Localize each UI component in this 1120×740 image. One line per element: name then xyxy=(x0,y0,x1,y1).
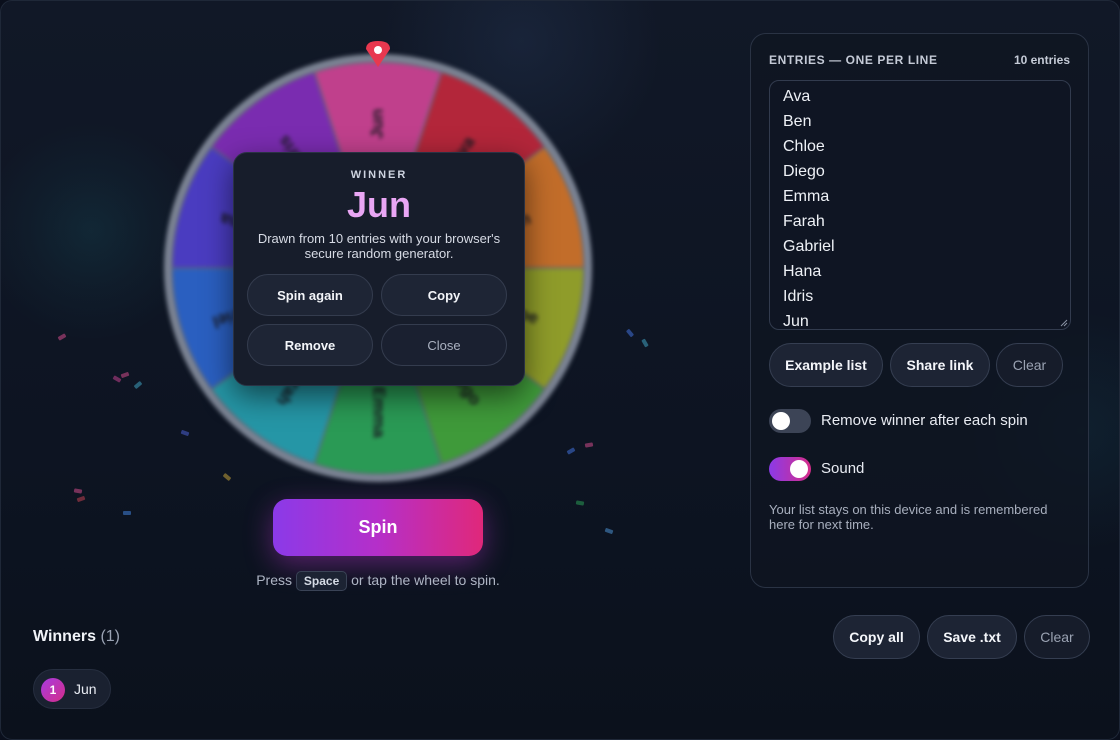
confetti-piece xyxy=(76,495,86,503)
winners-heading: Winners (1) xyxy=(33,628,120,646)
confetti-piece xyxy=(112,375,122,383)
entry-line: Emma xyxy=(783,188,830,205)
toggle-knob xyxy=(772,412,790,430)
app-window: Jun Ava Ben Chloe Diego Emma Farah Gabriel Hana I… xyxy=(0,0,1120,740)
confetti-piece xyxy=(120,371,130,379)
confetti-piece xyxy=(57,333,67,341)
example-list-button[interactable]: Example list xyxy=(769,343,883,387)
spin-hint: Press Space or tap the wheel to spin. xyxy=(201,571,555,591)
copy-winner-button[interactable]: Copy xyxy=(381,274,507,316)
confetti-piece xyxy=(641,338,649,348)
entry-line: Diego xyxy=(783,163,825,180)
entry-line: Hana xyxy=(783,263,822,280)
confetti-piece xyxy=(604,527,614,535)
winner-description: Drawn from 10 entries with your browser'… xyxy=(257,231,501,261)
spin-button[interactable]: Spin xyxy=(273,499,483,556)
entries-panel: ENTRIES — ONE PER LINE 10 entries Ava Be… xyxy=(750,33,1089,588)
sound-toggle-label: Sound xyxy=(821,460,865,477)
entries-count: 10 entries xyxy=(1013,53,1070,67)
entry-line: Farah xyxy=(783,213,825,230)
confetti-piece xyxy=(575,500,585,506)
entry-line: Gabriel xyxy=(783,238,835,255)
confetti-piece xyxy=(133,380,143,390)
confetti-piece xyxy=(73,488,83,494)
entry-line: Jun xyxy=(783,313,809,330)
winner-label: WINNER xyxy=(350,169,408,181)
entry-line: Idris xyxy=(783,288,814,305)
storage-note: Your list stays on this device and is re… xyxy=(769,502,1048,532)
winner-rank-badge: 1 xyxy=(41,678,65,702)
copy-all-button[interactable]: Copy all xyxy=(833,615,920,659)
clear-winners-button[interactable]: Clear xyxy=(1024,615,1090,659)
sound-toggle[interactable] xyxy=(769,457,811,481)
winner-dialog: WINNER Jun Drawn from 10 entries with yo… xyxy=(233,152,525,386)
space-key-badge: Space xyxy=(295,571,348,591)
remove-winner-toggle-label: Remove winner after each spin xyxy=(821,412,1028,429)
close-dialog-button[interactable]: Close xyxy=(381,324,507,366)
entries-title: ENTRIES — ONE PER LINE xyxy=(769,53,938,67)
entry-line: Ava xyxy=(783,88,811,105)
entries-textarea[interactable]: Ava Ben Chloe Diego Emma Farah Gabriel H… xyxy=(769,80,1071,330)
winners-title: Winners xyxy=(33,628,96,645)
winner-name: Jun xyxy=(346,184,411,225)
winners-count: (1) xyxy=(100,628,120,645)
remove-winner-button[interactable]: Remove xyxy=(247,324,373,366)
toggle-knob xyxy=(790,460,808,478)
clear-entries-button[interactable]: Clear xyxy=(996,343,1063,387)
remove-winner-toggle[interactable] xyxy=(769,409,811,433)
hint-text-after: or tap the wheel to spin. xyxy=(351,572,500,588)
spin-again-button[interactable]: Spin again xyxy=(247,274,373,316)
wheel-pointer-icon xyxy=(366,41,390,67)
entry-line: Ben xyxy=(783,113,812,130)
winner-chip: 1 Jun xyxy=(33,669,111,709)
hint-text-before: Press xyxy=(256,572,292,588)
save-txt-button[interactable]: Save .txt xyxy=(927,615,1017,659)
resize-handle-icon[interactable] xyxy=(1060,319,1068,327)
entry-line: Chloe xyxy=(783,138,825,155)
winner-chip-name: Jun xyxy=(74,681,97,697)
confetti-piece xyxy=(123,511,131,515)
share-link-button[interactable]: Share link xyxy=(890,343,990,387)
confetti-piece xyxy=(625,328,635,338)
